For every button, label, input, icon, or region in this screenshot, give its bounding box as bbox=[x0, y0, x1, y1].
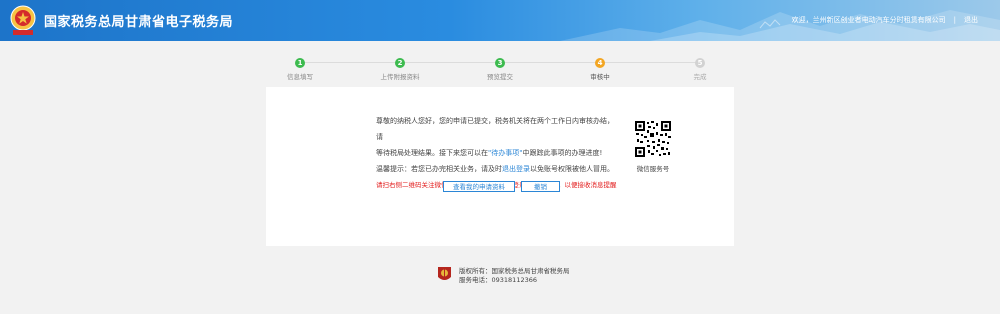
step-1: 1 信息填写 bbox=[270, 55, 330, 81]
message-line-2-b: 中跟踪此事项的办理进度! bbox=[522, 149, 603, 157]
message-line-3-a: 温馨提示：若您已办完相关业务，请及时 bbox=[376, 165, 502, 173]
status-card: 尊敬的纳税人您好，您的申请已提交，税务机关将在两个工作日内审核办结，请 等待税局… bbox=[266, 87, 734, 246]
message-line-3: 温馨提示：若您已办完相关业务，请及时退出登录以免账号权限被他人冒用。 bbox=[376, 161, 616, 177]
logout-link[interactable]: 退出 bbox=[964, 16, 978, 24]
view-application-button[interactable]: 查看我的申请资料 bbox=[443, 181, 515, 192]
step-5: 5 完成 bbox=[670, 55, 730, 81]
message-line-3-b: 以免账号权限被他人冒用。 bbox=[530, 165, 614, 173]
step-2: 2 上传附报资料 bbox=[370, 55, 430, 81]
qr-code-icon bbox=[634, 120, 672, 158]
qr-caption: 微信服务号 bbox=[636, 165, 670, 173]
step-4-label: 审核中 bbox=[590, 73, 610, 81]
step-2-number: 2 bbox=[395, 58, 405, 68]
step-4: 4 审核中 bbox=[570, 55, 630, 81]
step-1-number: 1 bbox=[295, 58, 305, 68]
step-1-label: 信息填写 bbox=[287, 73, 313, 81]
tax-emblem-icon bbox=[10, 5, 36, 35]
message-line-2: 等待税局处理结果。接下来您可以在"待办事项"中跟踪此事项的办理进度! bbox=[376, 145, 616, 161]
copyright-text: 版权所有：国家税务总局甘肃省税务局 bbox=[459, 267, 570, 275]
progress-steps: 1 信息填写 2 上传附报资料 3 预览提交 4 审核中 5 完成 bbox=[250, 55, 750, 81]
step-5-number: 5 bbox=[695, 58, 705, 68]
step-3-number: 3 bbox=[495, 58, 505, 68]
site-title: 国家税务总局甘肃省电子税务局 bbox=[44, 15, 234, 30]
message-line-1: 尊敬的纳税人您好，您的申请已提交，税务机关将在两个工作日内审核办结，请 bbox=[376, 117, 614, 141]
top-header: 国家税务总局甘肃省电子税务局 欢迎，兰州新区创业者电动汽车分时租赁有限公司 | 退出 bbox=[0, 0, 1000, 41]
step-4-number: 4 bbox=[595, 58, 605, 68]
user-area: 欢迎，兰州新区创业者电动汽车分时租赁有限公司 | 退出 bbox=[792, 15, 978, 25]
step-3: 3 预览提交 bbox=[470, 55, 530, 81]
step-2-label: 上传附报资料 bbox=[380, 73, 420, 81]
step-5-label: 完成 bbox=[693, 73, 707, 81]
cancel-application-button[interactable]: 撤销 bbox=[521, 181, 560, 192]
todo-items-link[interactable]: "待办事项" bbox=[488, 149, 522, 157]
welcome-text: 欢迎，兰州新区创业者电动汽车分时租赁有限公司 bbox=[791, 16, 946, 24]
tax-badge-icon bbox=[438, 267, 451, 280]
service-phone: 服务电话：09318112366 bbox=[459, 276, 537, 284]
footer-info: 版权所有：国家税务总局甘肃省税务局 服务电话：09318112366 bbox=[459, 267, 570, 285]
step-3-label: 预览提交 bbox=[487, 73, 513, 81]
logout-inline-link[interactable]: 退出登录 bbox=[502, 165, 530, 173]
separator: | bbox=[953, 16, 956, 24]
message-line-2-a: 等待税局处理结果。接下来您可以在 bbox=[376, 149, 488, 157]
